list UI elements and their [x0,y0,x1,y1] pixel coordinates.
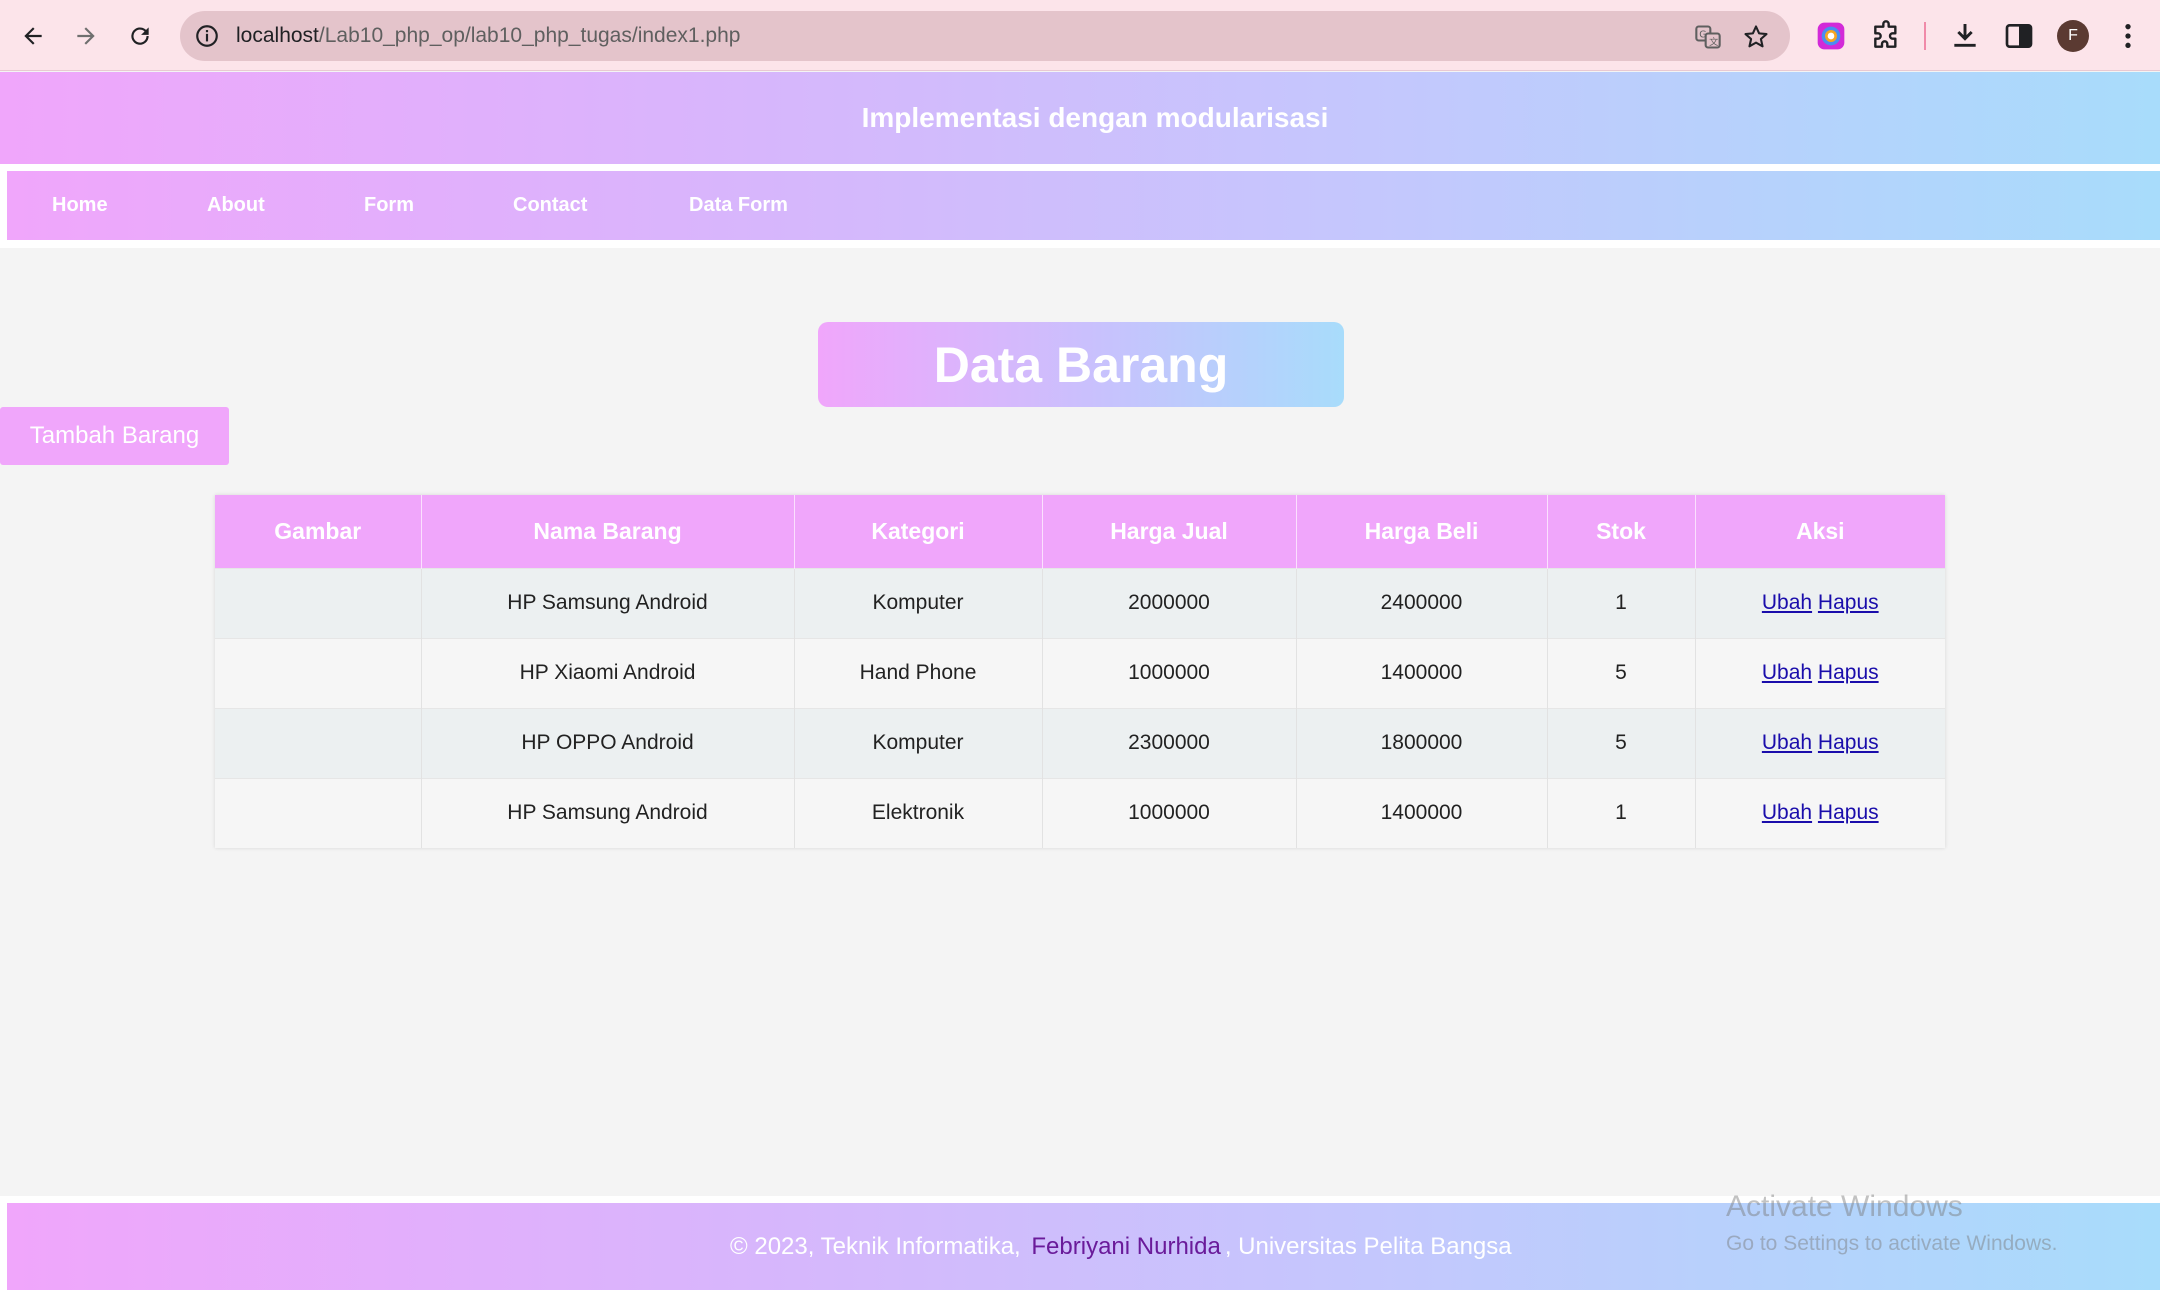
table-header-row: Gambar Nama Barang Kategori Harga Jual H… [215,495,1945,568]
table-row: HP OPPO Android Komputer 2300000 1800000… [215,707,1945,778]
download-icon[interactable] [1949,20,1981,52]
cell-harga-beli: 1400000 [1296,637,1548,708]
watermark-title: Activate Windows [1726,1190,1963,1223]
footer-author: Febriyani Nurhida [1031,1233,1221,1260]
cell-stok: 1 [1547,777,1696,848]
toolbar-separator [1924,22,1926,50]
back-arrow-icon[interactable] [11,14,55,58]
column-header-stok: Stok [1547,495,1696,568]
delete-link[interactable]: Hapus [1818,801,1879,824]
cell-nama: HP Xiaomi Android [421,637,795,708]
column-header-harga-beli: Harga Beli [1296,495,1548,568]
edit-link[interactable]: Ubah [1762,801,1812,824]
cell-nama: HP OPPO Android [421,707,795,778]
color-extension-icon[interactable] [1815,20,1847,52]
bookmark-star-icon[interactable] [1742,23,1770,51]
forward-arrow-icon[interactable] [64,14,108,58]
cell-gambar [215,637,422,708]
cell-gambar [215,777,422,848]
svg-text:G: G [1699,30,1706,41]
cell-nama: HP Samsung Android [421,567,795,638]
cell-aksi: Ubah Hapus [1695,707,1945,778]
items-table: Gambar Nama Barang Kategori Harga Jual H… [215,495,1945,848]
cell-aksi: Ubah Hapus [1695,777,1945,848]
url-text[interactable]: localhost/Lab10_php_op/lab10_php_tugas/i… [236,23,740,49]
footer-suffix: , Universitas Pelita Bangsa [1224,1233,1512,1260]
cell-harga-jual: 1000000 [1042,637,1297,708]
cell-kategori: Hand Phone [794,637,1043,708]
cell-gambar [215,707,422,778]
edit-link[interactable]: Ubah [1762,731,1812,754]
activate-windows-watermark: Activate Windows Go to Settings to activ… [1726,1190,2058,1256]
cell-stok: 5 [1547,637,1696,708]
column-header-aksi: Aksi [1695,495,1945,568]
column-header-nama-barang: Nama Barang [421,495,795,568]
table-row: HP Xiaomi Android Hand Phone 1000000 140… [215,637,1945,708]
nav-contact[interactable]: Contact [513,171,587,240]
extensions-puzzle-icon[interactable] [1870,20,1902,52]
column-header-kategori: Kategori [794,495,1043,568]
address-bar[interactable]: localhost/Lab10_php_op/lab10_php_tugas/i… [180,11,1790,61]
cell-stok: 1 [1547,567,1696,638]
site-header: Implementasi dengan modularisasi [0,72,2160,164]
nav-form[interactable]: Form [364,171,414,240]
cell-aksi: Ubah Hapus [1695,567,1945,638]
delete-link[interactable]: Hapus [1818,591,1879,614]
cell-nama: HP Samsung Android [421,777,795,848]
edit-link[interactable]: Ubah [1762,591,1812,614]
cell-harga-jual: 1000000 [1042,777,1297,848]
delete-link[interactable]: Hapus [1818,731,1879,754]
cell-aksi: Ubah Hapus [1695,637,1945,708]
column-header-harga-jual: Harga Jual [1042,495,1297,568]
url-path: /Lab10_php_op/lab10_php_tugas/index1.php [318,24,741,47]
nav-about[interactable]: About [207,171,265,240]
main-nav: Home About Form Contact Data Form [7,171,2160,240]
svg-text:文: 文 [1709,36,1718,48]
cell-kategori: Komputer [794,707,1043,778]
reload-icon[interactable] [118,14,162,58]
site-header-title: Implementasi dengan modularisasi [861,102,1329,133]
delete-link[interactable]: Hapus [1818,661,1879,684]
cell-harga-jual: 2300000 [1042,707,1297,778]
table-row: HP Samsung Android Komputer 2000000 2400… [215,567,1945,638]
cell-stok: 5 [1547,707,1696,778]
more-menu-icon[interactable] [2112,20,2144,52]
nav-home[interactable]: Home [52,171,108,240]
translate-icon[interactable]: G 文 [1694,23,1722,51]
side-panel-icon[interactable] [2003,20,2035,52]
cell-harga-beli: 2400000 [1296,567,1548,638]
nav-data-form[interactable]: Data Form [689,171,788,240]
footer-prefix: © 2023, Teknik Informatika, [730,1233,1021,1260]
url-host: localhost [236,24,319,47]
avatar[interactable]: F [2057,20,2089,52]
cell-harga-beli: 1800000 [1296,707,1548,778]
cell-kategori: Komputer [794,567,1043,638]
table-row: HP Samsung Android Elektronik 1000000 14… [215,777,1945,848]
edit-link[interactable]: Ubah [1762,661,1812,684]
column-header-gambar: Gambar [215,495,422,568]
add-item-button[interactable]: Tambah Barang [0,407,229,465]
cell-kategori: Elektronik [794,777,1043,848]
browser-toolbar: localhost/Lab10_php_op/lab10_php_tugas/i… [0,0,2160,71]
cell-harga-beli: 1400000 [1296,777,1548,848]
cell-gambar [215,567,422,638]
site-info-icon[interactable] [194,23,220,49]
watermark-subtitle: Go to Settings to activate Windows. [1726,1232,2058,1255]
page-title: Data Barang [818,322,1344,407]
cell-harga-jual: 2000000 [1042,567,1297,638]
footer-text: © 2023, Teknik Informatika, Febriyani Nu… [730,1233,1512,1261]
